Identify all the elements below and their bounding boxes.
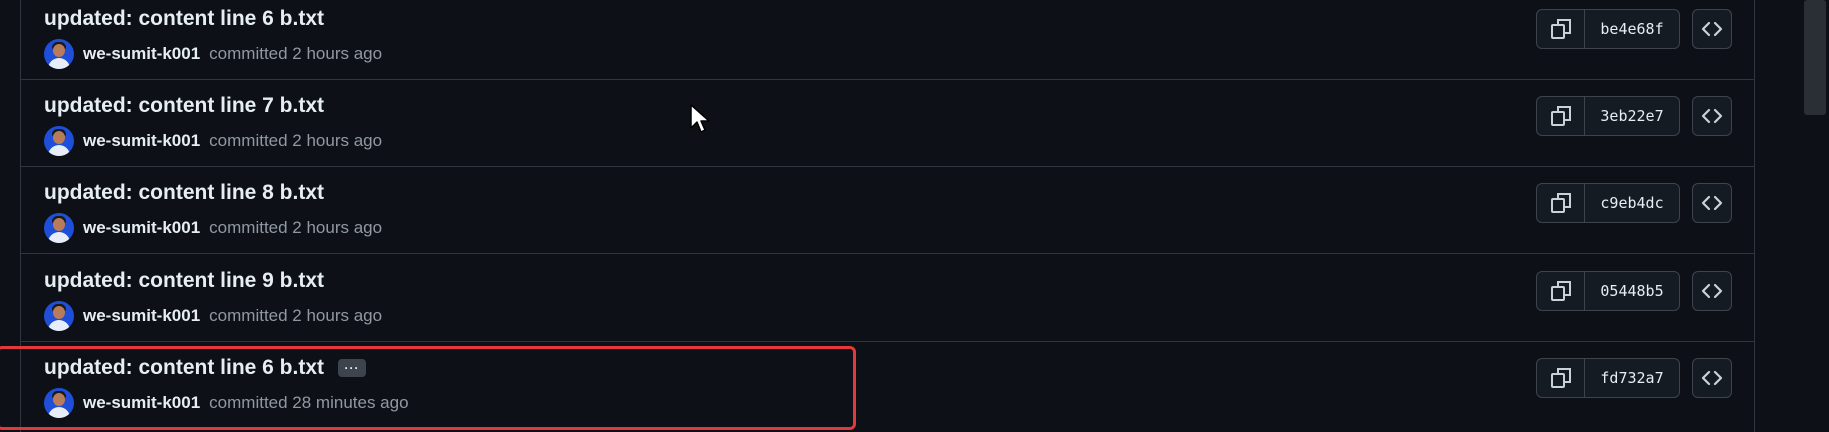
commit-history-viewport: updated: content line 6 b.txt we-sumit-k… [0,0,1829,432]
mouse-cursor-icon [690,104,710,134]
author-link[interactable]: we-sumit-k001 [83,306,200,326]
commit-sha-link[interactable]: fd732a7 [1585,359,1679,397]
commit-title-line: updated: content line 6 b.txt ··· [44,356,367,380]
commit-row: updated: content line 6 b.txt we-sumit-k… [21,0,1754,80]
commit-title-link[interactable]: updated: content line 6 b.txt [44,356,324,380]
commit-row: updated: content line 9 b.txt we-sumit-k… [21,255,1754,342]
committed-time: committed 2 hours ago [209,44,383,63]
copy-icon[interactable] [1537,184,1585,222]
commit-actions: fd732a7 [1536,358,1732,398]
author-link[interactable]: we-sumit-k001 [83,44,200,64]
avatar[interactable] [44,126,74,156]
commit-title-link[interactable]: updated: content line 9 b.txt [44,269,324,293]
commit-sha-link[interactable]: 05448b5 [1585,272,1679,310]
commit-sha-link[interactable]: be4e68f [1585,10,1679,48]
sha-button-group: fd732a7 [1536,358,1680,398]
copy-icon[interactable] [1537,272,1585,310]
commit-title-link[interactable]: updated: content line 6 b.txt [44,7,324,31]
commit-meta: we-sumit-k001 committed 2 hours ago [44,301,382,331]
commit-actions: 3eb22e7 [1536,96,1732,136]
commit-actions: 05448b5 [1536,271,1732,311]
committed-time: committed 28 minutes ago [209,393,409,412]
code-icon[interactable] [1692,271,1732,311]
commit-sha-link[interactable]: 3eb22e7 [1585,97,1679,135]
sha-button-group: be4e68f [1536,9,1680,49]
commit-title-line: updated: content line 8 b.txt [44,181,324,205]
code-icon[interactable] [1692,9,1732,49]
commit-title-link[interactable]: updated: content line 8 b.txt [44,181,324,205]
code-icon[interactable] [1692,183,1732,223]
commit-meta: we-sumit-k001 committed 2 hours ago [44,126,382,156]
scrollbar[interactable] [1801,0,1829,432]
avatar[interactable] [44,301,74,331]
code-icon[interactable] [1692,358,1732,398]
commit-row: updated: content line 6 b.txt ··· we-sum… [21,342,1754,429]
commit-row: updated: content line 8 b.txt we-sumit-k… [21,167,1754,254]
commit-title-line: updated: content line 6 b.txt [44,7,324,31]
sha-button-group: 3eb22e7 [1536,96,1680,136]
expand-description-button[interactable]: ··· [338,359,367,377]
commit-list: updated: content line 6 b.txt we-sumit-k… [20,0,1755,432]
copy-icon[interactable] [1537,10,1585,48]
commit-meta: we-sumit-k001 committed 28 minutes ago [44,388,409,418]
sha-button-group: c9eb4dc [1536,183,1680,223]
committed-time: committed 2 hours ago [209,306,383,325]
code-icon[interactable] [1692,96,1732,136]
copy-icon[interactable] [1537,359,1585,397]
committed-time: committed 2 hours ago [209,131,383,150]
avatar[interactable] [44,213,74,243]
commit-title-line: updated: content line 7 b.txt [44,94,324,118]
commit-title-link[interactable]: updated: content line 7 b.txt [44,94,324,118]
committed-time: committed 2 hours ago [209,218,383,237]
avatar[interactable] [44,39,74,69]
avatar[interactable] [44,388,74,418]
commit-meta: we-sumit-k001 committed 2 hours ago [44,39,382,69]
scrollbar-thumb[interactable] [1804,0,1826,115]
commit-actions: be4e68f [1536,9,1732,49]
sha-button-group: 05448b5 [1536,271,1680,311]
commit-sha-link[interactable]: c9eb4dc [1585,184,1679,222]
commit-actions: c9eb4dc [1536,183,1732,223]
commit-title-line: updated: content line 9 b.txt [44,269,324,293]
author-link[interactable]: we-sumit-k001 [83,218,200,238]
author-link[interactable]: we-sumit-k001 [83,393,200,413]
commit-row: updated: content line 7 b.txt we-sumit-k… [21,80,1754,167]
commit-meta: we-sumit-k001 committed 2 hours ago [44,213,382,243]
copy-icon[interactable] [1537,97,1585,135]
author-link[interactable]: we-sumit-k001 [83,131,200,151]
